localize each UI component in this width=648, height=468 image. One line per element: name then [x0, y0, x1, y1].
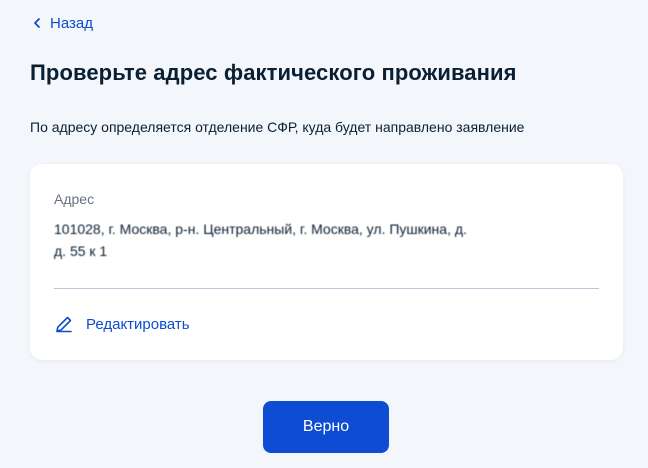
- page-subtitle: По адресу определяется отделение СФР, ку…: [30, 119, 525, 135]
- edit-address-link[interactable]: Редактировать: [54, 314, 190, 334]
- address-value-line-2: д. 55 к 1: [54, 243, 108, 259]
- pencil-icon: [56, 316, 72, 333]
- edit-address-label: Редактировать: [86, 315, 190, 333]
- address-value-line-1: 101028, г. Москва, р-н. Центральный, г. …: [54, 221, 467, 237]
- confirm-button[interactable]: Верно: [263, 401, 389, 453]
- divider: [54, 288, 599, 289]
- back-link[interactable]: Назад: [30, 13, 93, 33]
- back-link-label: Назад: [50, 14, 93, 32]
- address-value: 101028, г. Москва, р-н. Центральный, г. …: [54, 218, 594, 262]
- address-label: Адрес: [54, 191, 95, 207]
- chevron-left-icon: [34, 18, 40, 28]
- page-title: Проверьте адрес фактического проживания: [30, 60, 517, 85]
- address-card: Адрес 101028, г. Москва, р-н. Центральны…: [30, 164, 623, 360]
